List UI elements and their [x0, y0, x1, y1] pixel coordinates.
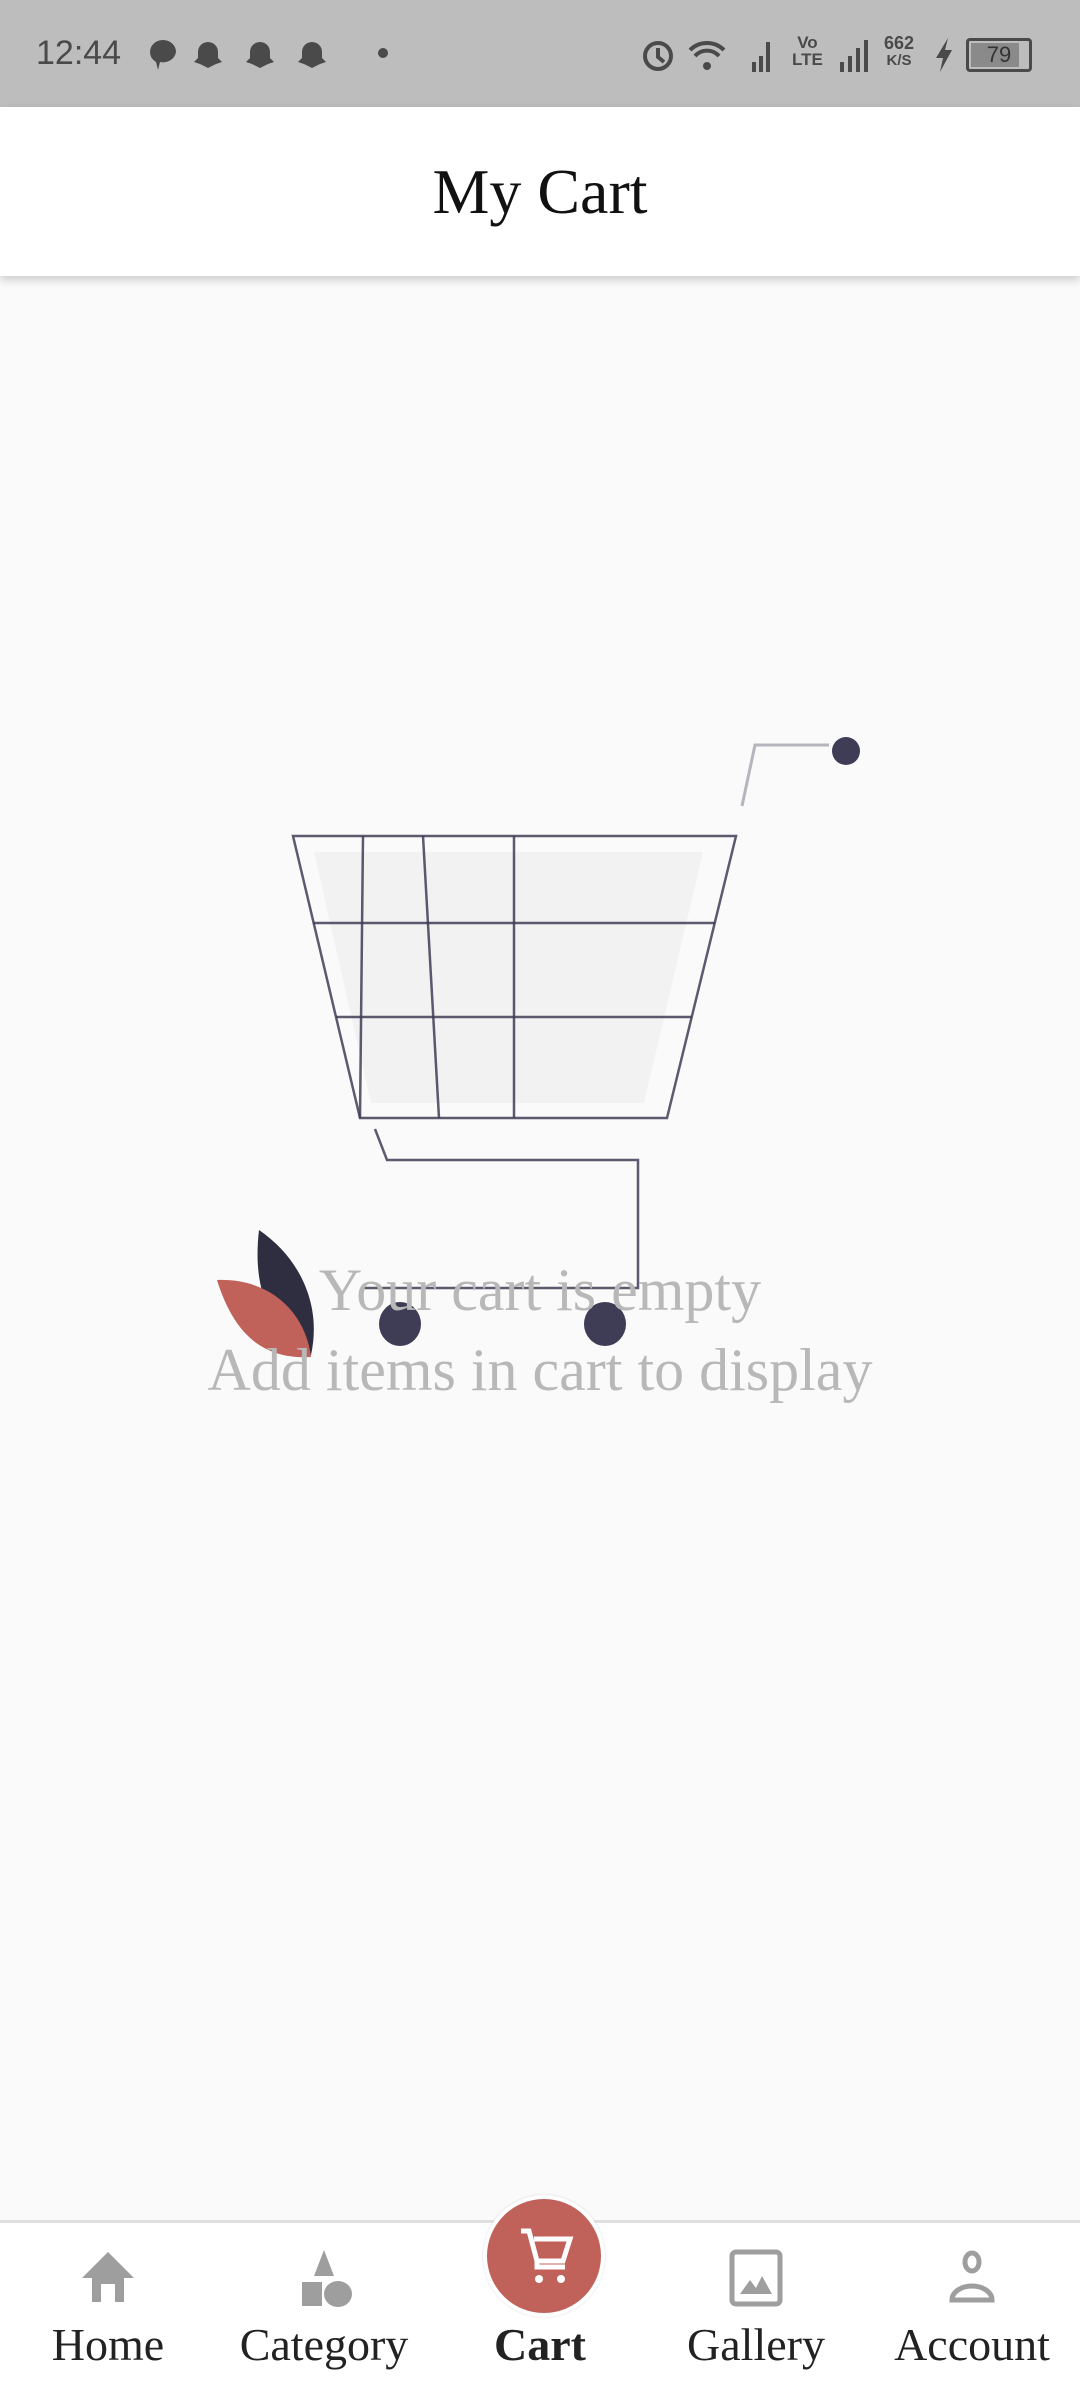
basket-fill — [314, 852, 703, 1103]
nav-gallery[interactable]: Gallery — [648, 2223, 864, 2402]
cart-handle — [740, 743, 829, 807]
nav-home[interactable]: Home — [0, 2223, 216, 2402]
nav-category[interactable]: Category — [216, 2223, 432, 2402]
app-bar: My Cart — [0, 107, 1080, 276]
cart-icon — [521, 2228, 574, 2283]
empty-cart-title: Your cart is empty — [318, 1257, 762, 1323]
nav-label: Home — [51, 2319, 165, 2370]
account-icon — [949, 2250, 995, 2303]
category-icon — [302, 2250, 352, 2307]
nav-label: Account — [894, 2319, 1050, 2370]
nav-account[interactable]: Account — [864, 2223, 1080, 2402]
empty-cart-subtitle: Add items in cart to display — [207, 1337, 873, 1403]
nav-label: Cart — [494, 2319, 586, 2370]
nav-label: Gallery — [687, 2319, 825, 2370]
gallery-icon — [729, 2249, 783, 2307]
cart-tab-button[interactable] — [483, 2195, 605, 2317]
page-title: My Cart — [432, 156, 648, 227]
home-icon — [82, 2252, 134, 2302]
handle-knob — [832, 737, 860, 765]
nav-label: Category — [239, 2319, 409, 2370]
